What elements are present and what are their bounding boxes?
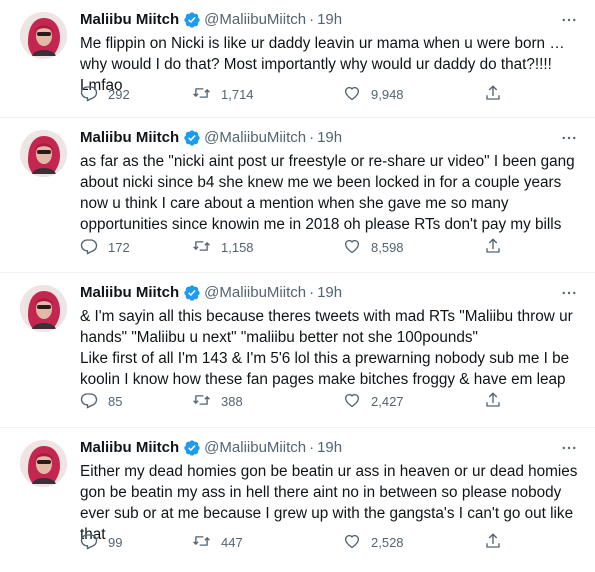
author-handle[interactable]: @MaliibuMiitch bbox=[204, 283, 306, 303]
like-count: 8,598 bbox=[371, 239, 404, 255]
share-button[interactable] bbox=[484, 532, 502, 552]
tweet[interactable]: Maliibu Miitch @MaliibuMiitch · 19h Eith… bbox=[0, 428, 595, 572]
avatar[interactable] bbox=[20, 285, 67, 332]
retweet-icon bbox=[192, 84, 211, 105]
reply-count: 99 bbox=[108, 534, 123, 550]
reply-count: 85 bbox=[108, 393, 123, 409]
like-icon bbox=[343, 84, 361, 105]
separator-dot: · bbox=[309, 11, 315, 28]
share-icon bbox=[484, 84, 502, 105]
reply-button[interactable]: 292 bbox=[80, 84, 130, 104]
retweet-button[interactable]: 447 bbox=[192, 532, 243, 552]
like-icon bbox=[343, 237, 361, 258]
like-icon bbox=[343, 532, 361, 553]
like-count: 2,528 bbox=[371, 534, 404, 550]
tweet[interactable]: Maliibu Miitch @MaliibuMiitch · 19h as f… bbox=[0, 118, 595, 273]
share-button[interactable] bbox=[484, 391, 502, 411]
more-icon[interactable] bbox=[559, 284, 579, 302]
reply-icon bbox=[80, 237, 98, 258]
timeline: Maliibu Miitch @MaliibuMiitch · 19h Me f… bbox=[0, 0, 595, 572]
like-icon bbox=[343, 391, 361, 412]
retweet-button[interactable]: 1,158 bbox=[192, 237, 254, 257]
author-handle[interactable]: @MaliibuMiitch bbox=[204, 10, 306, 30]
action-bar: 85 388 2,427 bbox=[80, 391, 505, 411]
more-icon[interactable] bbox=[559, 439, 579, 457]
retweet-icon bbox=[192, 532, 211, 553]
action-bar: 172 1,158 8,598 bbox=[80, 237, 505, 257]
retweet-icon bbox=[192, 391, 211, 412]
timestamp[interactable]: 19h bbox=[317, 128, 342, 148]
like-count: 2,427 bbox=[371, 393, 404, 409]
reply-count: 292 bbox=[108, 86, 130, 102]
verified-badge-icon bbox=[183, 439, 201, 457]
more-icon[interactable] bbox=[559, 11, 579, 29]
timestamp[interactable]: 19h bbox=[317, 283, 342, 303]
retweet-count: 1,158 bbox=[221, 239, 254, 255]
like-button[interactable]: 2,528 bbox=[343, 532, 404, 552]
share-icon bbox=[484, 532, 502, 553]
reply-icon bbox=[80, 532, 98, 553]
like-button[interactable]: 2,427 bbox=[343, 391, 404, 411]
reply-count: 172 bbox=[108, 239, 130, 255]
author-name[interactable]: Maliibu Miitch bbox=[80, 438, 179, 458]
retweet-icon bbox=[192, 237, 211, 258]
reply-icon bbox=[80, 84, 98, 105]
reply-button[interactable]: 85 bbox=[80, 391, 122, 411]
verified-badge-icon bbox=[183, 284, 201, 302]
share-button[interactable] bbox=[484, 84, 502, 104]
separator-dot: · bbox=[309, 439, 315, 456]
author-name[interactable]: Maliibu Miitch bbox=[80, 283, 179, 303]
separator-dot: · bbox=[309, 284, 315, 301]
retweet-count: 388 bbox=[221, 393, 243, 409]
action-bar: 292 1,714 9,948 bbox=[80, 84, 505, 104]
like-button[interactable]: 9,948 bbox=[343, 84, 404, 104]
retweet-count: 447 bbox=[221, 534, 243, 550]
avatar[interactable] bbox=[20, 130, 67, 177]
tweet[interactable]: Maliibu Miitch @MaliibuMiitch · 19h & I'… bbox=[0, 273, 595, 428]
action-bar: 99 447 2,528 bbox=[80, 532, 505, 552]
timestamp[interactable]: 19h bbox=[317, 10, 342, 30]
retweet-button[interactable]: 388 bbox=[192, 391, 243, 411]
avatar[interactable] bbox=[20, 12, 67, 59]
author-name[interactable]: Maliibu Miitch bbox=[80, 10, 179, 30]
share-button[interactable] bbox=[484, 237, 502, 257]
avatar[interactable] bbox=[20, 440, 67, 487]
like-button[interactable]: 8,598 bbox=[343, 237, 404, 257]
reply-button[interactable]: 172 bbox=[80, 237, 130, 257]
tweet[interactable]: Maliibu Miitch @MaliibuMiitch · 19h Me f… bbox=[0, 0, 595, 118]
author-name[interactable]: Maliibu Miitch bbox=[80, 128, 179, 148]
more-icon[interactable] bbox=[559, 129, 579, 147]
reply-button[interactable]: 99 bbox=[80, 532, 122, 552]
verified-badge-icon bbox=[183, 11, 201, 29]
author-handle[interactable]: @MaliibuMiitch bbox=[204, 438, 306, 458]
retweet-button[interactable]: 1,714 bbox=[192, 84, 254, 104]
retweet-count: 1,714 bbox=[221, 86, 254, 102]
share-icon bbox=[484, 391, 502, 412]
separator-dot: · bbox=[309, 129, 315, 146]
like-count: 9,948 bbox=[371, 86, 404, 102]
reply-icon bbox=[80, 391, 98, 412]
tweet-text: as far as the "nicki aint post ur freest… bbox=[80, 153, 579, 233]
tweet-text: & I'm sayin all this because theres twee… bbox=[80, 308, 573, 388]
author-handle[interactable]: @MaliibuMiitch bbox=[204, 128, 306, 148]
share-icon bbox=[484, 237, 502, 258]
timestamp[interactable]: 19h bbox=[317, 438, 342, 458]
verified-badge-icon bbox=[183, 129, 201, 147]
